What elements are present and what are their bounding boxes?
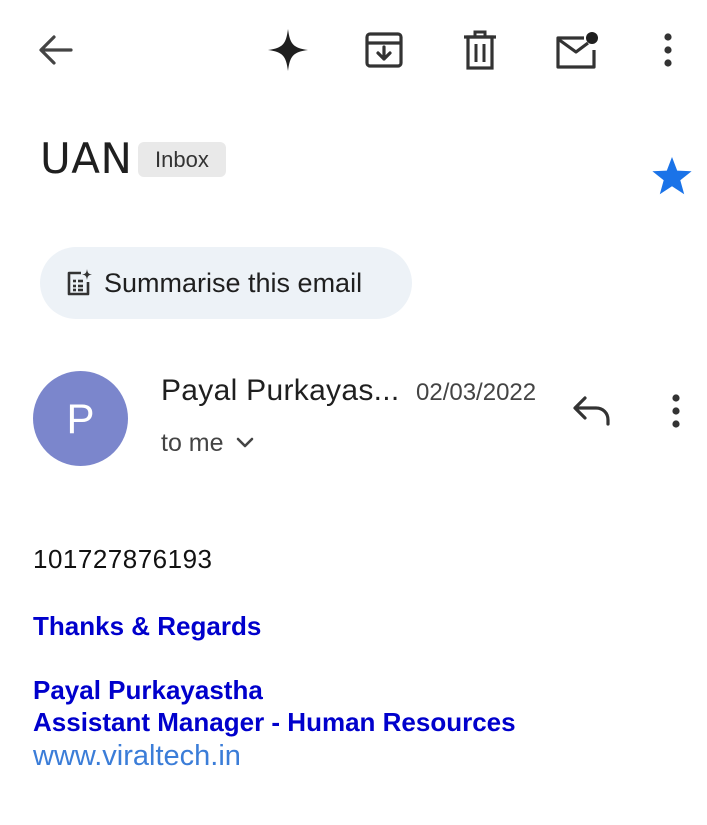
signature-name: Payal Purkayastha [33, 675, 263, 705]
delete-button[interactable] [456, 27, 504, 73]
message-more-button[interactable] [657, 388, 695, 434]
chevron-down-icon [236, 437, 253, 448]
archive-button[interactable] [360, 27, 408, 73]
signoff-text: Thanks & Regards [33, 611, 262, 641]
inbox-label-chip[interactable]: Inbox [138, 142, 226, 177]
recipient-line: to me [161, 429, 224, 457]
more-vert-icon [672, 394, 680, 428]
back-button[interactable] [30, 27, 80, 73]
email-subject: UAN [40, 134, 133, 183]
sparkle-icon [268, 29, 308, 71]
summarise-label: Summarise this email [104, 267, 363, 298]
mark-unread-button[interactable] [552, 27, 602, 73]
star-icon [652, 157, 692, 195]
signature-title: Assistant Manager - Human Resources [33, 707, 516, 737]
recipient-details-toggle[interactable]: to me [161, 427, 254, 459]
more-options-button[interactable] [648, 27, 688, 73]
mail-unread-icon [556, 32, 598, 69]
sender-name[interactable]: Payal Purkayas... [161, 371, 400, 411]
sender-avatar[interactable]: P [33, 371, 128, 466]
more-vert-icon [664, 33, 672, 67]
website-link[interactable]: www.viraltech.in [33, 738, 241, 774]
star-button[interactable] [648, 152, 696, 200]
summarise-icon [67, 269, 92, 296]
gemini-button[interactable] [264, 26, 312, 74]
trash-icon [464, 30, 496, 70]
archive-icon [365, 32, 403, 68]
summarise-email-button[interactable]: Summarise this email [40, 247, 412, 319]
email-date: 02/03/2022 [416, 379, 537, 406]
back-arrow-icon [39, 35, 73, 65]
email-body-text: 101727876193 [33, 544, 213, 574]
reply-button[interactable] [567, 388, 617, 434]
reply-icon [573, 396, 610, 426]
